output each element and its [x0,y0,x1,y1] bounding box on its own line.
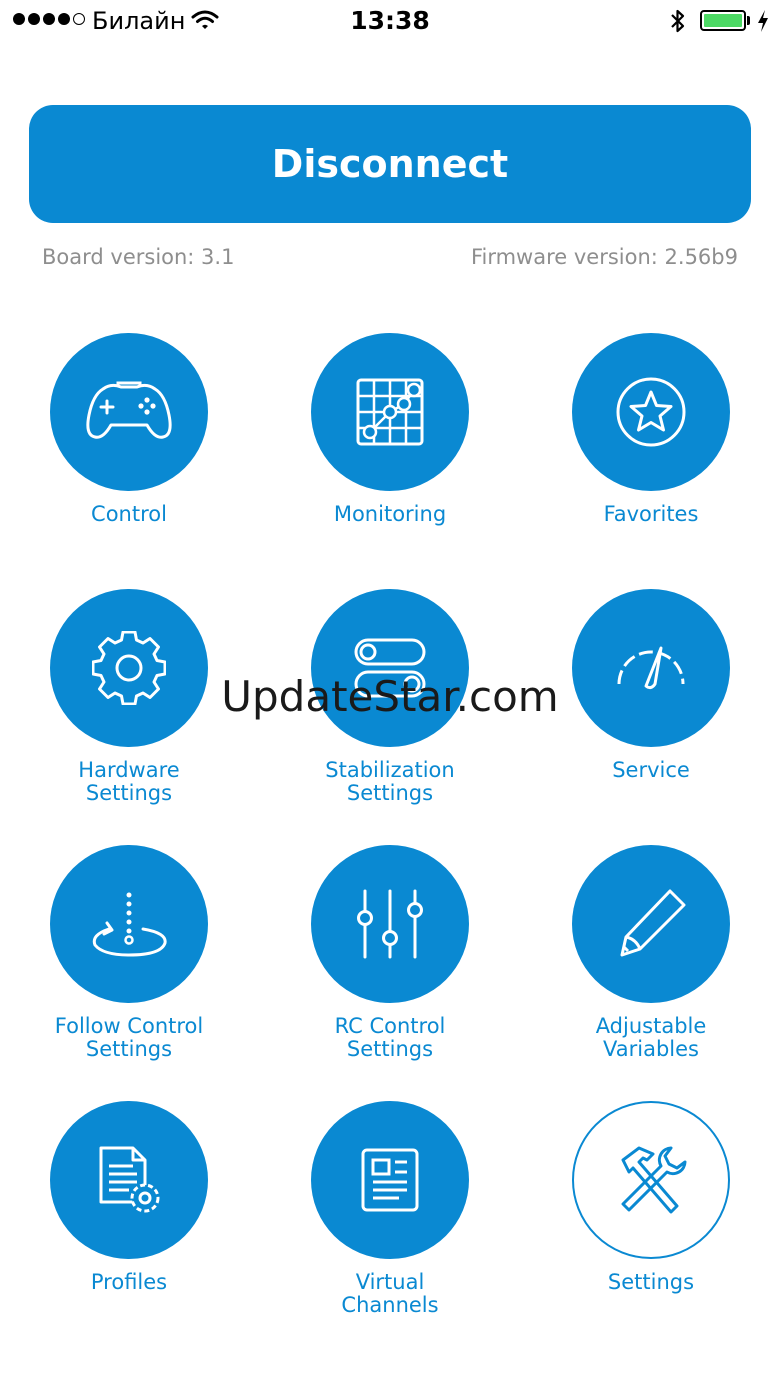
menu-item-profiles[interactable]: Profiles [4,1101,254,1294]
menu-item-stabilization-settings[interactable]: Stabilization Settings [265,589,515,805]
gear-icon [92,631,166,705]
menu-item-virtual-channels[interactable]: Virtual Channels [265,1101,515,1317]
favorites-circle[interactable] [572,333,730,491]
status-time: 13:38 [350,6,430,35]
gauge-icon [617,646,685,690]
service-label: Service [612,758,690,782]
menu-item-favorites[interactable]: Favorites [526,333,776,526]
grid-chart-icon [356,378,424,446]
menu-item-monitoring[interactable]: Monitoring [265,333,515,526]
menu-item-control[interactable]: Control [4,333,254,526]
follow-control-settings-label: Follow Control Settings [54,1014,204,1061]
star-icon [616,377,686,447]
virtual-channels-label: Virtual Channels [341,1270,439,1317]
monitoring-circle[interactable] [311,333,469,491]
stabilization-settings-label: Stabilization Settings [325,758,455,805]
sliders-icon [357,889,423,959]
menu-item-rc-control-settings[interactable]: RC Control Settings [265,845,515,1061]
hammer-wrench-icon [621,1146,687,1214]
menu-item-service[interactable]: Service [526,589,776,782]
monitoring-label: Monitoring [333,502,447,526]
battery-tip [747,16,750,25]
profiles-circle[interactable] [50,1101,208,1259]
profiles-label: Profiles [90,1270,168,1294]
firmware-version-label: Firmware version: 2.56b9 [470,245,738,269]
service-circle[interactable] [572,589,730,747]
status-bar: Билайн 13:38 [0,0,780,42]
bluetooth-icon [671,9,685,33]
toggle-switches-icon [354,638,426,698]
follow-control-settings-circle[interactable] [50,845,208,1003]
favorites-label: Favorites [603,502,699,526]
menu-item-settings[interactable]: Settings [526,1101,776,1294]
hardware-settings-circle[interactable] [50,589,208,747]
document-gear-icon [99,1146,160,1213]
gamepad-icon [86,381,172,439]
control-circle[interactable] [50,333,208,491]
news-document-icon [361,1148,419,1212]
disconnect-button[interactable]: Disconnect [29,105,751,223]
adjustable-variables-circle[interactable] [572,845,730,1003]
charging-bolt-icon [758,10,768,32]
virtual-channels-circle[interactable] [311,1101,469,1259]
menu-item-adjustable-variables[interactable]: Adjustable Variables [526,845,776,1061]
rc-control-settings-circle[interactable] [311,845,469,1003]
battery-icon [700,10,746,31]
control-label: Control [91,502,167,526]
hardware-settings-label: Hardware Settings [78,758,180,805]
board-version-label: Board version: 3.1 [42,245,235,269]
adjustable-variables-label: Adjustable Variables [595,1014,707,1061]
settings-circle[interactable] [572,1101,730,1259]
stabilization-settings-circle[interactable] [311,589,469,747]
follow-rotate-icon [92,892,167,957]
pencil-icon [620,889,686,957]
menu-item-hardware-settings[interactable]: Hardware Settings [4,589,254,805]
settings-label: Settings [607,1270,695,1294]
rc-control-settings-label: RC Control Settings [334,1014,446,1061]
menu-item-follow-control-settings[interactable]: Follow Control Settings [4,845,254,1061]
